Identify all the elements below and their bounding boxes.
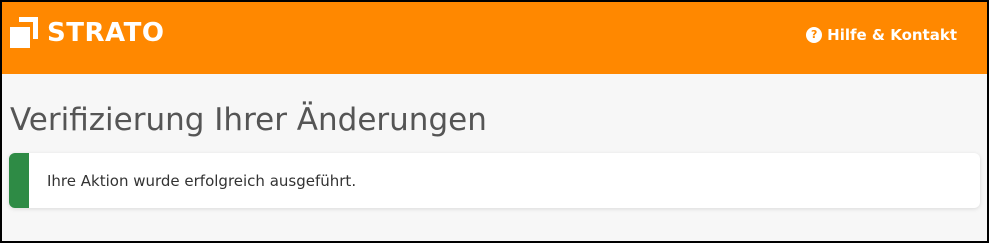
- page-frame: STRATO ? Hilfe & Kontakt Verifizierung I…: [0, 0, 989, 243]
- logo-text: STRATO: [47, 18, 165, 48]
- strato-logo-icon: [10, 17, 38, 49]
- page-title: Verifizierung Ihrer Änderungen: [10, 102, 487, 138]
- help-contact-label: Hilfe & Kontakt: [827, 26, 957, 44]
- success-alert: Ihre Aktion wurde erfolgreich ausgeführt…: [9, 153, 980, 208]
- success-alert-message: Ihre Aktion wurde erfolgreich ausgeführt…: [47, 172, 357, 190]
- question-circle-icon: ?: [806, 27, 823, 43]
- success-alert-stripe: [9, 153, 29, 208]
- strato-logo[interactable]: STRATO: [10, 16, 164, 50]
- top-header: STRATO ? Hilfe & Kontakt: [2, 2, 987, 74]
- help-contact-link[interactable]: ? Hilfe & Kontakt: [806, 24, 957, 46]
